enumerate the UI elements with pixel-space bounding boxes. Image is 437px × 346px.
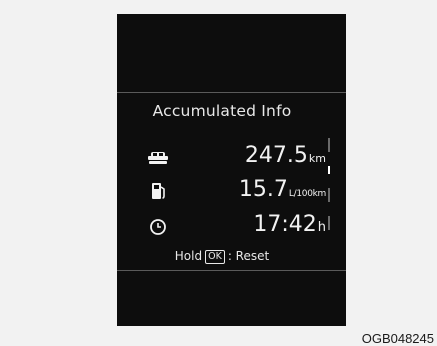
cluster-display: Accumulated Info 247.5km 15.7L/100km 17:… [117,14,346,326]
distance-value-group: 247.5km [245,143,326,168]
drive-time-value-group: 17:42h [253,212,326,237]
fuel-pump-icon [147,180,169,202]
distance-unit: km [308,152,326,165]
fuel-economy-value: 15.7 [238,177,288,202]
scroll-indicator [328,138,330,238]
hint-suffix: : Reset [227,249,270,263]
clock-icon [147,215,169,237]
fuel-economy-unit: L/100km [288,189,326,199]
drive-time-unit: h [317,220,326,235]
scroll-segment-3 [328,216,330,230]
fuel-economy-value-group: 15.7L/100km [239,177,326,202]
bottom-divider [117,270,346,271]
fuel-economy-row: 15.7L/100km [117,177,346,204]
drive-time-value: 17:42 [253,212,317,237]
reset-hint: Hold OK: Reset [117,249,327,264]
top-divider [117,92,346,93]
distance-value: 247.5 [244,143,308,168]
figure-code: OGB048245 [361,331,434,346]
drive-time-row: 17:42h [117,212,346,239]
display-title: Accumulated Info [152,102,292,120]
hint-prefix: Hold [174,249,203,263]
ok-key-icon: OK [205,250,225,264]
scroll-segment-active [328,166,330,174]
scroll-segment-2 [328,188,330,202]
car-distance-icon [147,146,169,168]
scroll-segment-1 [328,138,330,152]
distance-row: 247.5km [117,143,346,170]
